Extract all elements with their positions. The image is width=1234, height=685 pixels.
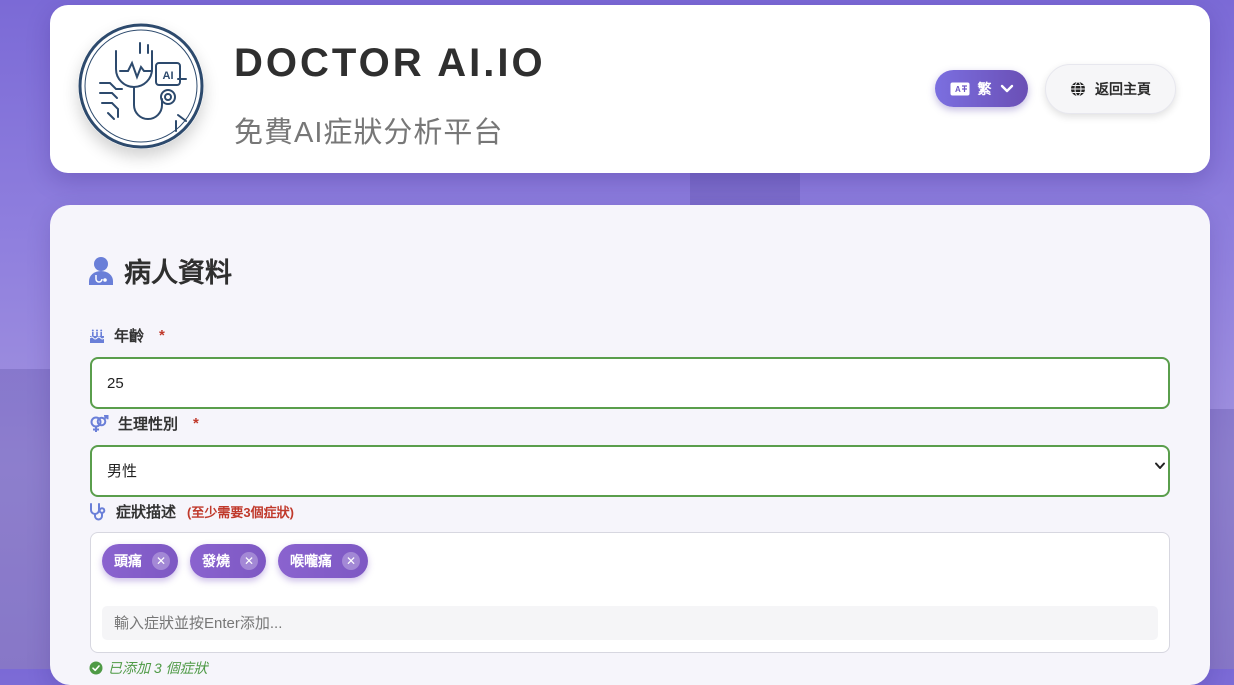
remove-tag-icon[interactable]: ✕ [240, 552, 258, 570]
symptom-tag[interactable]: 發燒 ✕ [190, 544, 266, 578]
age-input[interactable] [90, 357, 1170, 409]
section-title-text: 病人資料 [124, 258, 232, 288]
brand-title: DOCTOR AI.IO [234, 41, 546, 85]
svg-text:AI: AI [163, 70, 174, 82]
symptom-tag-label: 發燒 [202, 553, 230, 569]
doctor-ai-logo-icon: AI [78, 23, 204, 149]
back-to-home-button[interactable]: 返回主頁 [1045, 64, 1176, 114]
age-required-mark: * [159, 327, 165, 344]
symptoms-label-text: 症狀描述 [116, 504, 177, 521]
symptom-tag[interactable]: 喉嚨痛 ✕ [278, 544, 368, 578]
symptom-input[interactable] [102, 606, 1158, 640]
user-doctor-icon [89, 256, 113, 285]
translate-icon: A [950, 82, 969, 95]
gender-select[interactable]: 男性 [90, 445, 1170, 497]
age-label-text: 年齡 [114, 328, 145, 345]
symptom-tag-label: 喉嚨痛 [290, 553, 332, 569]
globe-icon [1071, 81, 1085, 97]
section-title: 病人資料 [88, 251, 232, 290]
remove-tag-icon[interactable]: ✕ [152, 552, 170, 570]
language-select-button[interactable]: A 繁 [935, 70, 1028, 107]
venus-mars-icon [90, 414, 109, 432]
patient-form-card: 病人資料 年齡 * 生理性別 * 男性 [50, 205, 1210, 685]
symptom-count-text: 已添加 3 個症狀 [108, 660, 208, 676]
brand-subtitle: 免費AI症狀分析平台 [234, 117, 504, 149]
birthday-cake-icon [89, 329, 105, 343]
symptom-tag[interactable]: 頭痛 ✕ [102, 544, 178, 578]
back-to-home-label: 返回主頁 [1095, 81, 1151, 97]
doctor-ai-logo[interactable]: AI [78, 23, 204, 149]
svg-text:A: A [955, 85, 961, 94]
symptoms-label: 症狀描述 (至少需要3個症狀) [89, 501, 294, 522]
gender-label-text: 生理性別 [118, 416, 179, 433]
age-label: 年齡 * [89, 325, 165, 346]
symptom-count-status: 已添加 3 個症狀 [89, 658, 208, 678]
check-circle-icon [89, 661, 103, 675]
remove-tag-icon[interactable]: ✕ [342, 552, 360, 570]
chevron-down-icon [1000, 84, 1013, 92]
gender-label: 生理性別 * [89, 413, 199, 434]
gender-required-mark: * [193, 415, 199, 432]
symptom-tag-container[interactable]: 頭痛 ✕ 發燒 ✕ 喉嚨痛 ✕ [90, 532, 1170, 653]
language-label: 繁 [977, 80, 992, 97]
header-card: AI DOCTOR AI.IO 免費AI症狀分析平台 A 繁 返回主頁 [50, 5, 1210, 173]
symptoms-hint: (至少需要3個症狀) [187, 505, 294, 520]
stethoscope-icon [90, 502, 106, 520]
symptom-tag-label: 頭痛 [114, 553, 142, 569]
